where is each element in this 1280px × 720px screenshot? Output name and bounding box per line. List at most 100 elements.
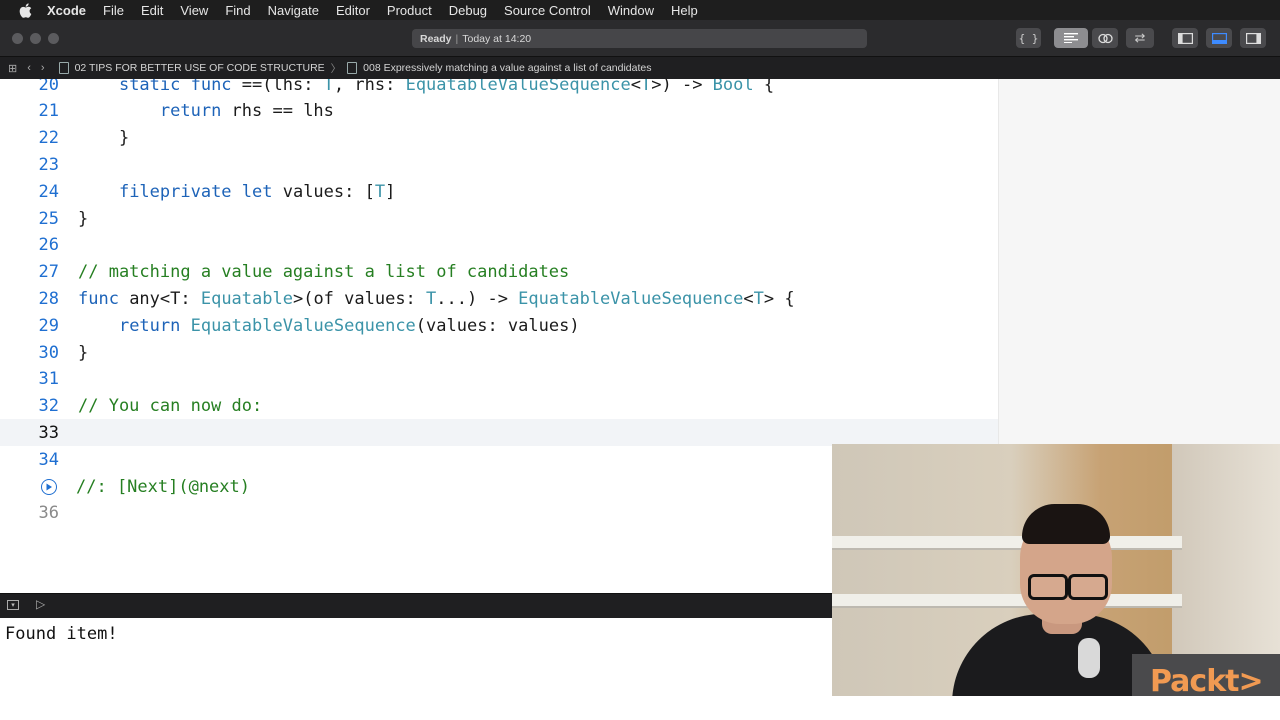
run-playground-button[interactable]: ▷ <box>36 597 45 611</box>
code-token: { <box>753 79 775 95</box>
glasses-left-lens <box>1028 574 1068 600</box>
version-editor-button[interactable]: ⇄ <box>1126 28 1154 48</box>
code-token: EquatableValueSequence <box>518 288 744 309</box>
assistant-editor-button[interactable] <box>1092 28 1118 48</box>
code-token: ] <box>385 181 396 202</box>
menu-app-xcode[interactable]: Xcode <box>47 3 86 18</box>
menu-find[interactable]: Find <box>225 3 250 18</box>
code-token: values: [ <box>272 181 375 202</box>
menu-bar: Xcode File Edit View Find Navigate Edito… <box>0 0 1280 20</box>
code-line[interactable]: 26 <box>0 232 998 259</box>
code-line[interactable]: 20 static func ==(lhs: T, rhs: Equatable… <box>0 79 998 98</box>
line-number: 28 <box>38 288 59 309</box>
menu-view[interactable]: View <box>180 3 208 18</box>
code-text: } <box>59 209 88 229</box>
menu-window[interactable]: Window <box>608 3 654 18</box>
presenter-video: Packt> <box>832 444 1280 696</box>
menu-source-control[interactable]: Source Control <box>504 3 591 18</box>
activity-time: Today at 14:20 <box>462 32 532 45</box>
code-token: > { <box>763 288 795 309</box>
code-token: return <box>159 101 222 122</box>
code-text: return rhs == lhs <box>59 101 334 121</box>
line-number: 27 <box>38 262 59 283</box>
code-line[interactable]: 24 fileprivate let values: [T] <box>0 178 998 205</box>
code-token: } <box>78 128 130 149</box>
swap-arrows-icon: ⇄ <box>1134 30 1146 45</box>
left-panel-icon <box>1177 32 1193 44</box>
code-token: T <box>426 288 437 309</box>
publisher-logo: Packt> <box>1150 664 1264 696</box>
menu-editor[interactable]: Editor <box>336 3 370 18</box>
line-number: 26 <box>38 235 59 256</box>
console-text: Found item! <box>5 624 118 644</box>
line-number: 30 <box>38 342 59 363</box>
window-toolbar: Ready | Today at 14:20 { } ⇄ <box>0 20 1280 57</box>
code-token: func <box>78 288 119 309</box>
line-number: 24 <box>38 181 59 202</box>
line-number: 21 <box>38 101 59 122</box>
presenter-hair <box>1022 504 1110 544</box>
breadcrumb-page[interactable]: 008 Expressively matching a value agains… <box>363 62 651 74</box>
code-text: static func ==(lhs: T, rhs: EquatableVal… <box>59 79 774 95</box>
menu-edit[interactable]: Edit <box>141 3 163 18</box>
braces-icon: { } <box>1018 31 1039 45</box>
code-line[interactable]: 23 <box>0 151 998 178</box>
line-number: 20 <box>38 79 59 95</box>
breadcrumb-chevron-icon: 〉 <box>330 62 342 75</box>
code-line[interactable]: 28 func any<T: Equatable>(of values: T...… <box>0 285 998 312</box>
code-line[interactable]: 33 <box>0 419 998 447</box>
code-token: return <box>118 315 181 336</box>
menu-help[interactable]: Help <box>671 3 698 18</box>
code-line[interactable]: 25} <box>0 205 998 232</box>
related-items-icon[interactable]: ⊞ <box>8 62 17 75</box>
menu-product[interactable]: Product <box>387 3 432 18</box>
minimize-window-button[interactable] <box>30 33 41 44</box>
forward-arrow-icon[interactable]: › <box>41 62 45 74</box>
line-number: 36 <box>38 503 59 524</box>
code-token: //: [Next](@next) <box>76 476 250 497</box>
menu-debug[interactable]: Debug <box>449 3 487 18</box>
code-token: // matching a value against a list of ca… <box>78 262 570 283</box>
code-token: Bool <box>712 79 754 95</box>
bottom-panel-icon <box>1211 32 1227 44</box>
code-token: T <box>641 79 652 95</box>
navigator-toggle[interactable] <box>1172 28 1198 48</box>
code-line[interactable]: 27 // matching a value against a list of … <box>0 259 998 286</box>
code-token: EquatableValueSequence <box>405 79 631 95</box>
align-left-icon <box>1064 33 1078 43</box>
page-file-icon <box>347 62 358 74</box>
run-to-line-icon[interactable] <box>41 478 57 495</box>
menu-navigate[interactable]: Navigate <box>268 3 319 18</box>
breadcrumb-section[interactable]: 02 TIPS FOR BETTER USE OF CODE STRUCTURE <box>75 62 325 74</box>
code-text: } <box>59 343 88 363</box>
standard-editor-button[interactable] <box>1054 28 1088 48</box>
inspector-toggle[interactable] <box>1240 28 1266 48</box>
code-token: (values: values) <box>415 315 580 336</box>
code-line[interactable]: 30} <box>0 339 998 366</box>
code-text: // matching a value against a list of ca… <box>59 262 569 282</box>
jump-bar: ⊞ ‹ › 02 TIPS FOR BETTER USE OF CODE STR… <box>0 57 1280 79</box>
line-number: 29 <box>38 315 59 336</box>
zoom-window-button[interactable] <box>48 33 59 44</box>
code-text: return EquatableValueSequence(values: va… <box>59 316 580 336</box>
code-token: >(of values: <box>292 288 427 309</box>
code-line[interactable]: 22 } <box>0 125 998 152</box>
code-line[interactable]: 32 // You can now do: <box>0 393 998 420</box>
library-button[interactable]: { } <box>1016 28 1041 48</box>
code-token: EquatableValueSequence <box>190 315 416 336</box>
debug-area-toggle[interactable] <box>1206 28 1232 48</box>
code-line[interactable]: 29 return EquatableValueSequence(values:… <box>0 312 998 339</box>
apple-menu-icon[interactable] <box>17 2 33 18</box>
code-token: < <box>743 288 754 309</box>
code-line[interactable]: 31 <box>0 366 998 393</box>
menu-file[interactable]: File <box>103 3 124 18</box>
close-window-button[interactable] <box>12 33 23 44</box>
code-line[interactable]: 21 return rhs == lhs <box>0 98 998 125</box>
hide-debug-area-button[interactable]: ▾ <box>7 600 19 610</box>
line-number: 25 <box>38 208 59 229</box>
code-token: rhs == lhs <box>221 101 334 122</box>
glasses-right-lens <box>1068 574 1108 600</box>
back-arrow-icon[interactable]: ‹ <box>27 62 31 74</box>
